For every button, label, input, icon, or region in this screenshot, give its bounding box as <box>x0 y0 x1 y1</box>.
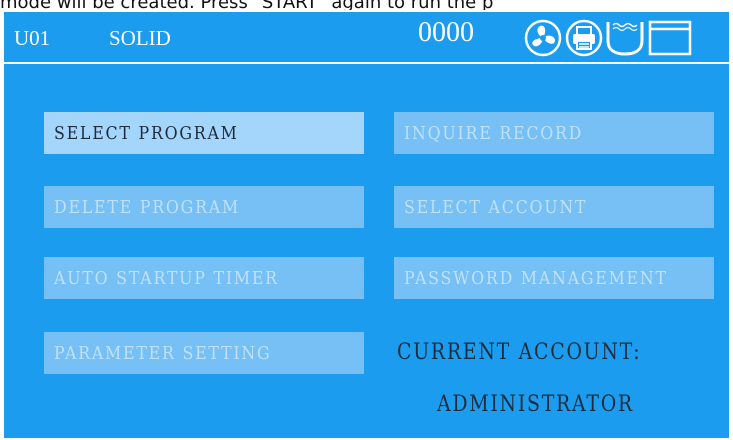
counter-display: 0000 <box>418 17 474 48</box>
delete-program-button[interactable]: DELETE PROGRAM <box>44 186 364 228</box>
mode-label: SOLID <box>109 26 171 50</box>
delete-program-label: DELETE PROGRAM <box>54 196 240 218</box>
password-management-label: PASSWORD MANAGEMENT <box>404 267 668 289</box>
select-program-label: SELECT PROGRAM <box>54 122 239 144</box>
inquire-record-button[interactable]: INQUIRE RECORD <box>394 112 714 154</box>
current-account-name-text: ADMINISTRATOR <box>437 392 634 417</box>
select-account-button[interactable]: SELECT ACCOUNT <box>394 186 714 228</box>
hmi-screen: U01 SOLID 0000 SELECT PROGRAM DELETE PRO… <box>4 12 729 438</box>
inquire-record-label: INQUIRE RECORD <box>404 122 584 144</box>
unit-label: U01 <box>14 26 51 50</box>
parameter-setting-label: PARAMETER SETTING <box>54 342 272 364</box>
auto-startup-timer-label: AUTO STARTUP TIMER <box>54 267 279 289</box>
select-program-button[interactable]: SELECT PROGRAM <box>44 112 364 154</box>
current-account-label: CURRENT ACCOUNT: <box>397 340 681 365</box>
auto-startup-timer-button[interactable]: AUTO STARTUP TIMER <box>44 257 364 299</box>
current-account-name: ADMINISTRATOR <box>437 392 666 417</box>
instruction-caption: mode will be created. Press "START" agai… <box>0 0 733 10</box>
select-account-label: SELECT ACCOUNT <box>404 196 588 218</box>
current-account-label-text: CURRENT ACCOUNT: <box>397 340 642 365</box>
printer-icon <box>565 19 603 61</box>
parameter-setting-button[interactable]: PARAMETER SETTING <box>44 332 364 374</box>
water-tank-icon <box>605 19 645 61</box>
status-bar: U01 SOLID 0000 <box>4 12 729 64</box>
display-icon <box>648 19 692 61</box>
password-management-button[interactable]: PASSWORD MANAGEMENT <box>394 257 714 299</box>
fan-icon <box>524 19 562 61</box>
